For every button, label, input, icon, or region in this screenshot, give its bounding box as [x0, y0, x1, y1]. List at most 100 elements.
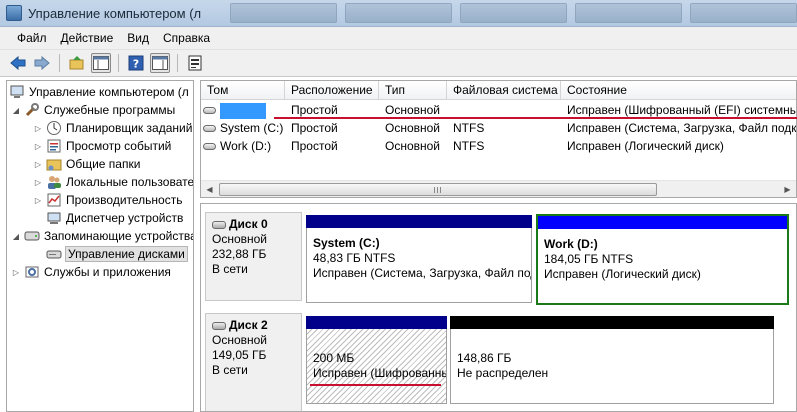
- properties-button[interactable]: [185, 53, 205, 73]
- table-row[interactable]: Work (D:) Простой Основной NTFS Исправен…: [201, 137, 796, 155]
- tree-node-local-users[interactable]: ▷ Локальные пользователи: [33, 173, 193, 191]
- window-title-bar: Управление компьютером (л: [0, 0, 797, 27]
- partition-name: System (C:): [313, 236, 380, 250]
- disk-0-info[interactable]: Диск 0 Основной 232,88 ГБ В сети: [205, 212, 302, 301]
- column-header-filesystem[interactable]: Файловая система: [447, 81, 561, 100]
- column-header-layout[interactable]: Расположение: [285, 81, 379, 100]
- disk-2-info[interactable]: Диск 2 Основной 149,05 ГБ В сети: [205, 313, 302, 411]
- disk-state: В сети: [212, 363, 248, 377]
- collapse-arrow-icon[interactable]: ◢: [11, 106, 21, 115]
- performance-icon: [46, 192, 62, 208]
- clock-icon: [46, 120, 62, 136]
- disk-state: В сети: [212, 262, 248, 276]
- expand-arrow-icon[interactable]: ▷: [33, 142, 43, 151]
- tools-icon: [24, 102, 40, 118]
- disk-map: Диск 0 Основной 232,88 ГБ В сети System …: [200, 203, 797, 412]
- partition-status: Исправен (Логический диск): [544, 267, 701, 281]
- disk-type: Основной: [212, 333, 268, 347]
- tree-node-performance[interactable]: ▷ Производительность: [33, 191, 183, 209]
- volume-layout: Простой: [291, 139, 338, 153]
- partition-status: Исправен (Система, Загрузка, Файл подкач…: [313, 266, 531, 280]
- tree-node-disk-management[interactable]: Управление дисками: [46, 245, 188, 263]
- disk-icon: [212, 220, 226, 229]
- column-header-volume[interactable]: Том: [201, 81, 285, 100]
- drive-icon: [203, 107, 216, 115]
- tree-label: Служебные программы: [44, 103, 176, 117]
- scroll-right-arrow-icon[interactable]: ▶: [779, 181, 796, 198]
- tree-node-services[interactable]: ▷ Службы и приложения: [11, 263, 171, 281]
- scrollbar-thumb[interactable]: [219, 183, 657, 196]
- partition-size: 48,83 ГБ NTFS: [313, 251, 396, 265]
- forward-arrow-icon: [34, 56, 50, 70]
- menu-help[interactable]: Справка: [156, 31, 217, 45]
- action-pane-icon: [152, 56, 168, 70]
- volume-list-header: Том Расположение Тип Файловая система Со…: [201, 81, 796, 100]
- computer-icon: [9, 84, 25, 100]
- menu-file[interactable]: Файл: [10, 31, 54, 45]
- menu-bar: Файл Действие Вид Справка: [0, 27, 797, 50]
- volume-name-selected: [220, 102, 266, 119]
- drive-icon: [203, 143, 216, 151]
- volume-name: Work (D:): [220, 139, 272, 153]
- console-tree-icon: [93, 56, 109, 70]
- tree-node-utilities[interactable]: ◢ Служебные программы: [11, 101, 175, 119]
- storage-icon: [24, 228, 40, 244]
- partition-unallocated[interactable]: 148,86 ГБ Не распределен: [450, 316, 774, 404]
- shared-folder-icon: [46, 156, 62, 172]
- tree-label: Службы и приложения: [44, 265, 171, 279]
- disk-type: Основной: [212, 232, 268, 246]
- volume-status: Исправен (Логический диск): [567, 139, 724, 153]
- show-hide-action-pane-button[interactable]: [150, 53, 170, 73]
- partition-system-c[interactable]: System (C:) 48,83 ГБ NTFS Исправен (Сист…: [306, 215, 532, 303]
- disk-size: 149,05 ГБ: [212, 348, 267, 362]
- computer-management-icon: [6, 5, 22, 21]
- expand-arrow-icon[interactable]: ▷: [33, 160, 43, 169]
- menu-action[interactable]: Действие: [54, 31, 121, 45]
- expand-arrow-icon[interactable]: ▷: [33, 124, 43, 133]
- tree-node-event-viewer[interactable]: ▷ Просмотр событий: [33, 137, 171, 155]
- disk-title: Диск 0: [229, 217, 268, 231]
- blurred-taskbar-area: [230, 3, 797, 25]
- volume-name: System (C:): [220, 121, 284, 135]
- scroll-left-arrow-icon[interactable]: ◀: [201, 181, 218, 198]
- expand-arrow-icon[interactable]: ▷: [33, 196, 43, 205]
- partition-work-d[interactable]: Work (D:) 184,05 ГБ NTFS Исправен (Логич…: [536, 214, 789, 305]
- show-hide-console-tree-button[interactable]: [91, 53, 111, 73]
- primary-partition-bar: [306, 215, 532, 228]
- up-folder-button[interactable]: [67, 53, 87, 73]
- tree-label: Запоминающие устройства: [44, 229, 194, 243]
- back-button[interactable]: [8, 53, 28, 73]
- tree-node-shared-folders[interactable]: ▷ Общие папки: [33, 155, 141, 173]
- tree-label: Управление компьютером (л: [29, 85, 189, 99]
- properties-icon: [188, 55, 202, 71]
- device-manager-icon: [46, 210, 62, 226]
- menu-view[interactable]: Вид: [120, 31, 156, 45]
- tree-label: Управление дисками: [65, 246, 188, 262]
- column-header-type[interactable]: Тип: [379, 81, 447, 100]
- tree-node-computer-management[interactable]: Управление компьютером (л: [9, 83, 189, 101]
- drive-icon: [203, 125, 216, 133]
- help-button[interactable]: ?: [126, 53, 146, 73]
- expand-arrow-icon[interactable]: ▷: [11, 268, 21, 277]
- toolbar-separator: [177, 54, 178, 72]
- collapse-arrow-icon[interactable]: ◢: [11, 232, 21, 241]
- help-icon: ?: [128, 55, 144, 71]
- toolbar-separator: [59, 54, 60, 72]
- scrollbar-grip-icon: [434, 187, 442, 193]
- users-icon: [46, 174, 62, 190]
- svg-text:?: ?: [133, 58, 139, 71]
- volume-list-scrollbar[interactable]: ◀ ▶: [201, 180, 796, 197]
- table-row[interactable]: System (C:) Простой Основной NTFS Исправ…: [201, 119, 796, 137]
- partition-efi[interactable]: 200 МБ Исправен (Шифрованный (EFI) систе…: [306, 316, 447, 404]
- tree-label: Диспетчер устройств: [66, 211, 184, 225]
- column-header-status[interactable]: Состояние: [561, 81, 796, 100]
- tree-node-task-scheduler[interactable]: ▷ Планировщик заданий: [33, 119, 192, 137]
- unallocated-bar: [450, 316, 774, 329]
- disk-title: Диск 2: [229, 318, 268, 332]
- tree-node-storage[interactable]: ◢ Запоминающие устройства: [11, 227, 194, 245]
- folder-up-icon: [69, 56, 84, 70]
- expand-arrow-icon[interactable]: ▷: [33, 178, 43, 187]
- volume-status: Исправен (Система, Загрузка, Файл подкач…: [567, 121, 797, 135]
- forward-button[interactable]: [32, 53, 52, 73]
- tree-node-device-manager[interactable]: Диспетчер устройств: [46, 209, 183, 227]
